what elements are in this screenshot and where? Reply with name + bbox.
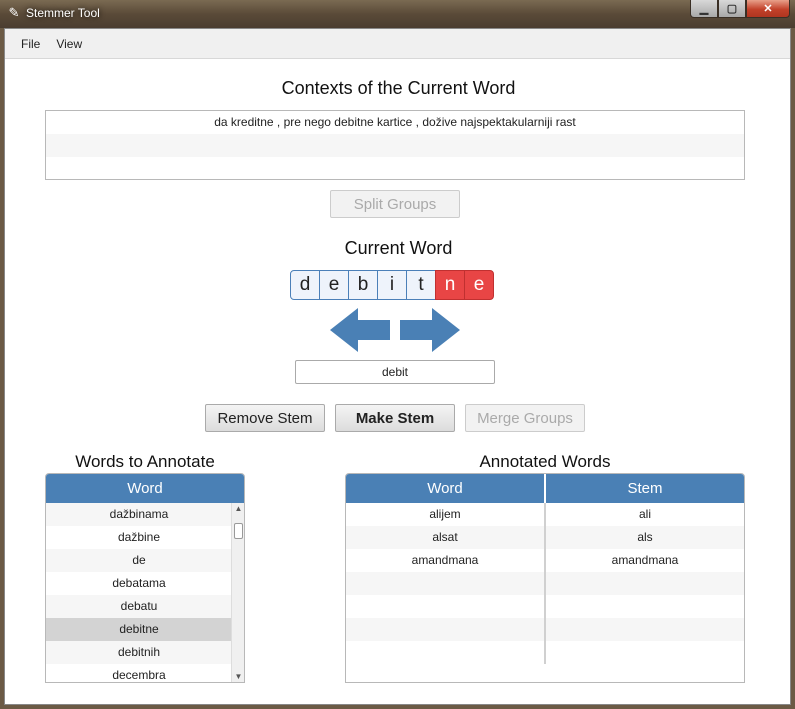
word-cell — [346, 595, 546, 618]
current-word-letters: d e b i t n e — [290, 270, 494, 300]
make-stem-button[interactable]: Make Stem — [335, 404, 455, 432]
table-row[interactable] — [346, 595, 744, 618]
menu-file[interactable]: File — [13, 37, 48, 51]
word-cell: debatama — [112, 576, 166, 590]
contexts-list[interactable]: da kreditne , pre nego debitne kartice ,… — [45, 110, 745, 180]
contexts-title: Contexts of the Current Word — [281, 78, 516, 98]
table-row[interactable]: debitne — [46, 618, 232, 641]
word-cell — [346, 572, 546, 595]
word-cell: decembra — [112, 668, 166, 682]
table-row[interactable] — [346, 572, 744, 595]
merge-groups-button[interactable]: Merge Groups — [465, 404, 585, 432]
word-cell: debitnih — [117, 645, 161, 659]
word-cell — [346, 641, 546, 664]
word-cell: debitne — [119, 622, 159, 636]
column-header-word[interactable]: Word — [46, 474, 244, 503]
table-row[interactable]: debitnih — [46, 641, 232, 664]
table-row[interactable]: alijem ali — [346, 503, 744, 526]
table-row[interactable]: dažbinama — [46, 503, 232, 526]
pencil-icon: ✎ — [8, 5, 20, 20]
column-header-word[interactable]: Word — [346, 474, 546, 503]
annotated-words-table: Word Stem alijem ali alsat als amandmana aman… — [345, 473, 745, 683]
table-row[interactable] — [346, 618, 744, 641]
context-row[interactable] — [46, 157, 744, 180]
stem-cell: ali — [638, 507, 651, 521]
table-row[interactable]: amandmana amandmana — [346, 549, 744, 572]
table-header: Word Stem — [346, 474, 744, 503]
maximize-button[interactable]: ▢ — [718, 0, 746, 18]
stem-cell: amandmana — [611, 553, 679, 567]
stem-cell: als — [637, 530, 653, 544]
context-row[interactable] — [46, 134, 744, 157]
scroll-thumb[interactable] — [234, 523, 243, 539]
current-word-title: Current Word — [344, 238, 453, 258]
split-groups-button[interactable]: Split Groups — [330, 190, 460, 218]
stem-cell — [546, 618, 744, 641]
minimize-button[interactable]: ▁ — [690, 0, 718, 18]
table-body: alijem ali alsat als amandmana amandmana — [346, 503, 744, 664]
title-bar: ✎ Stemmer Tool ▁ ▢ ✕ — [0, 0, 795, 28]
table-row[interactable]: dažbine — [46, 526, 232, 549]
letter-box[interactable]: e — [319, 270, 349, 300]
word-cell: alijem — [346, 503, 546, 526]
context-row[interactable]: da kreditne , pre nego debitne kartice ,… — [46, 111, 744, 134]
menu-bar: File View — [5, 29, 790, 59]
letter-box[interactable]: b — [348, 270, 378, 300]
arrow-left-icon[interactable] — [330, 308, 390, 352]
arrow-controls — [330, 308, 460, 352]
table-row[interactable] — [346, 641, 744, 664]
window-controls: ▁ ▢ ✕ — [690, 0, 790, 18]
letter-box[interactable]: i — [377, 270, 407, 300]
table-body: dažbinama dažbine de debatama debatu debitne d… — [46, 503, 244, 682]
table-row[interactable]: decembra — [46, 664, 232, 682]
vertical-scrollbar[interactable]: ▲ ▼ — [231, 503, 244, 682]
table-row[interactable]: de — [46, 549, 232, 572]
arrow-right-icon[interactable] — [400, 308, 460, 352]
letter-box[interactable]: t — [406, 270, 436, 300]
stem-input[interactable] — [295, 360, 495, 384]
app-window: File View Contexts of the Current Word d… — [4, 28, 791, 705]
table-header: Word — [46, 474, 244, 503]
word-cell — [346, 618, 546, 641]
word-cell: amandmana — [346, 549, 546, 572]
word-cell: de — [132, 553, 146, 567]
word-cell: dažbinama — [109, 507, 169, 521]
word-cell: dažbine — [117, 530, 161, 544]
menu-view[interactable]: View — [48, 37, 90, 51]
words-to-annotate-title: Words to Annotate — [75, 452, 215, 471]
letter-box[interactable]: e — [464, 270, 494, 300]
stem-cell — [546, 595, 744, 618]
annotated-words-title: Annotated Words — [479, 452, 611, 471]
table-row[interactable]: debatama — [46, 572, 232, 595]
words-to-annotate-table: Word dažbinama dažbine de debatama debatu deb… — [45, 473, 245, 683]
close-button[interactable]: ✕ — [746, 0, 790, 18]
letter-box[interactable]: n — [435, 270, 465, 300]
window-title: Stemmer Tool — [26, 6, 100, 20]
column-header-stem[interactable]: Stem — [546, 474, 744, 503]
word-cell: alsat — [346, 526, 546, 549]
stem-cell — [546, 572, 744, 595]
letter-box[interactable]: d — [290, 270, 320, 300]
word-cell: debatu — [120, 599, 158, 613]
remove-stem-button[interactable]: Remove Stem — [205, 404, 325, 432]
table-row[interactable]: debatu — [46, 595, 232, 618]
table-row[interactable]: alsat als — [346, 526, 744, 549]
scroll-up-icon[interactable]: ▲ — [232, 503, 244, 515]
scroll-down-icon[interactable]: ▼ — [232, 671, 244, 682]
stem-cell — [546, 641, 744, 664]
